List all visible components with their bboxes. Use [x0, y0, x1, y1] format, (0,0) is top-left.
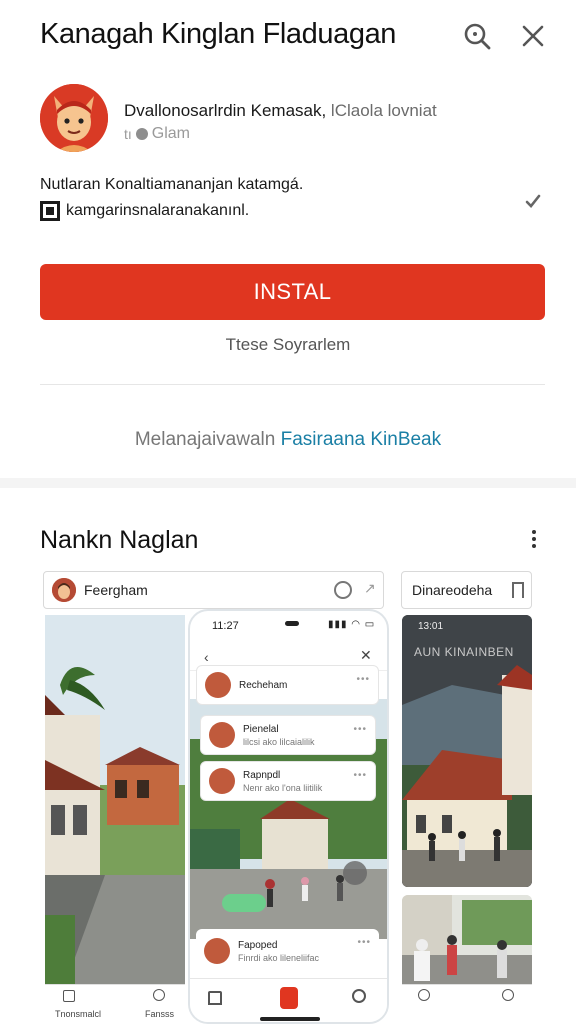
post-2-sub: lilcsi ako lilcaialilik: [243, 736, 315, 747]
post-menu-icon[interactable]: •••: [357, 937, 371, 948]
post-1-name: Recheham: [239, 679, 288, 691]
phone-status-bar: 11:27 ▮▮▮ ◠ ▭: [190, 611, 387, 639]
phone-post-card-1[interactable]: Recheham •••: [196, 665, 379, 705]
bookmark-icon[interactable]: [512, 582, 524, 598]
home-icon[interactable]: [63, 990, 75, 1002]
verified-check-icon: [524, 192, 542, 210]
chip-right-label: Dinareodeha: [412, 582, 493, 598]
phone-close-icon[interactable]: ✕: [360, 647, 372, 664]
more-info-prefix: Melanajaivawaln: [134, 429, 276, 450]
signal-wifi-battery-icon: ▮▮▮ ◠ ▭: [328, 619, 376, 630]
search-icon[interactable]: [461, 20, 493, 52]
more-options-icon[interactable]: [528, 528, 540, 552]
right-tabbar: [402, 984, 532, 1024]
screenshot-right-top[interactable]: 13:01 AUN KINAINBEN: [402, 615, 532, 887]
developer-name[interactable]: Dvallonosarlrdin Kemasak, lClaola lovnia…: [124, 101, 437, 121]
post-avatar: [204, 938, 230, 964]
post-2-name: Pienelal: [243, 723, 279, 735]
screenshot-left[interactable]: [45, 615, 185, 1024]
developer-name-primary: Dvallonosarlrdin Kemasak,: [124, 101, 327, 120]
developer-name-secondary: lClaola lovniat: [326, 101, 437, 120]
chip-avatar: [52, 578, 76, 602]
more-info-line: Melanajaivawaln Fasiraana KinBeak: [0, 429, 576, 451]
home-icon[interactable]: [208, 991, 222, 1005]
profile-icon[interactable]: [153, 989, 165, 1001]
share-icon[interactable]: ↗: [364, 580, 376, 597]
status-time: 13:01: [418, 621, 444, 632]
gallery-section-title: Nankn Naglan: [40, 526, 199, 554]
phone-mockup[interactable]: 11:27 ▮▮▮ ◠ ▭ ‹ ✕ Recheham ••• Pienelal …: [188, 609, 389, 1024]
phone-bottom-nav: [190, 978, 387, 1022]
developer-sub-label: Glam: [151, 125, 191, 142]
description-line-2-text: kamgarinsnalaranakanınl.: [66, 202, 250, 219]
back-icon[interactable]: ‹: [204, 649, 209, 665]
app-detail-card: Kanagah Kinglan Fladuagan Dvallonosarlrd…: [0, 0, 576, 478]
globe-icon: [135, 128, 148, 140]
chip-left-label: Feergham: [84, 582, 148, 598]
post-avatar: [209, 722, 235, 748]
developer-avatar[interactable]: [40, 84, 108, 152]
home-indicator: [260, 1017, 320, 1021]
developer-subtitle: tı Glam: [124, 125, 190, 143]
square-badge-icon: [40, 201, 60, 221]
secondary-action-link[interactable]: Ttese Soyrarlem: [0, 335, 576, 355]
left-tab-1-label: Tnonsmalcl: [55, 1009, 102, 1019]
gallery-card: Nankn Naglan Feergham ↗ Dinareodeha Tnon…: [0, 488, 576, 1024]
phone-post-card-3[interactable]: Rapnpdl Nenr ako l'ona liitilik •••: [200, 761, 376, 801]
account-icon[interactable]: [352, 989, 366, 1003]
phone-time: 11:27: [212, 620, 239, 632]
refresh-icon[interactable]: [334, 581, 352, 599]
post-menu-icon[interactable]: •••: [353, 770, 367, 781]
post-3-sub: Nenr ako l'ona liitilik: [243, 782, 323, 793]
gallery-chip-left[interactable]: Feergham ↗: [43, 571, 384, 609]
phone-notch: [285, 621, 299, 626]
divider: [40, 384, 545, 385]
post-4-name: Fapoped: [238, 939, 278, 951]
left-tab-2-label: Fansss: [145, 1009, 175, 1019]
post-4-sub: Finrdi ako lileneliifac: [238, 952, 320, 963]
left-tabbar: Tnonsmalcl Fansss: [45, 984, 185, 1024]
check-circle-icon[interactable]: [502, 989, 514, 1001]
globe-icon[interactable]: [418, 989, 430, 1001]
post-avatar: [205, 672, 231, 698]
description-line-1: Nutlaran Konaltiamananjan katamgá.: [40, 176, 304, 193]
description-line-2: kamgarinsnalaranakanınl.: [40, 201, 249, 221]
page-title: Kanagah Kinglan Fladuagan: [40, 18, 397, 50]
close-icon[interactable]: [517, 20, 549, 52]
post-menu-icon[interactable]: •••: [356, 674, 370, 685]
status-pill: [222, 894, 266, 912]
post-3-name: Rapnpdl: [243, 769, 281, 781]
phone-post-card-2[interactable]: Pienelal lilcsi ako lilcaialilik •••: [200, 715, 376, 755]
create-icon[interactable]: [280, 987, 298, 1009]
install-button[interactable]: INSTAL: [40, 264, 545, 320]
post-avatar: [209, 768, 235, 794]
more-info-link[interactable]: Fasiraana KinBeak: [281, 429, 442, 450]
gallery-chip-right[interactable]: Dinareodeha: [401, 571, 532, 609]
post-menu-icon[interactable]: •••: [353, 724, 367, 735]
image-overlay-text: AUN KINAINBEN: [414, 645, 514, 659]
phone-post-card-4[interactable]: Fapoped Finrdi ako lileneliifac •••: [196, 929, 379, 973]
letter-u-icon: tı: [124, 126, 132, 142]
